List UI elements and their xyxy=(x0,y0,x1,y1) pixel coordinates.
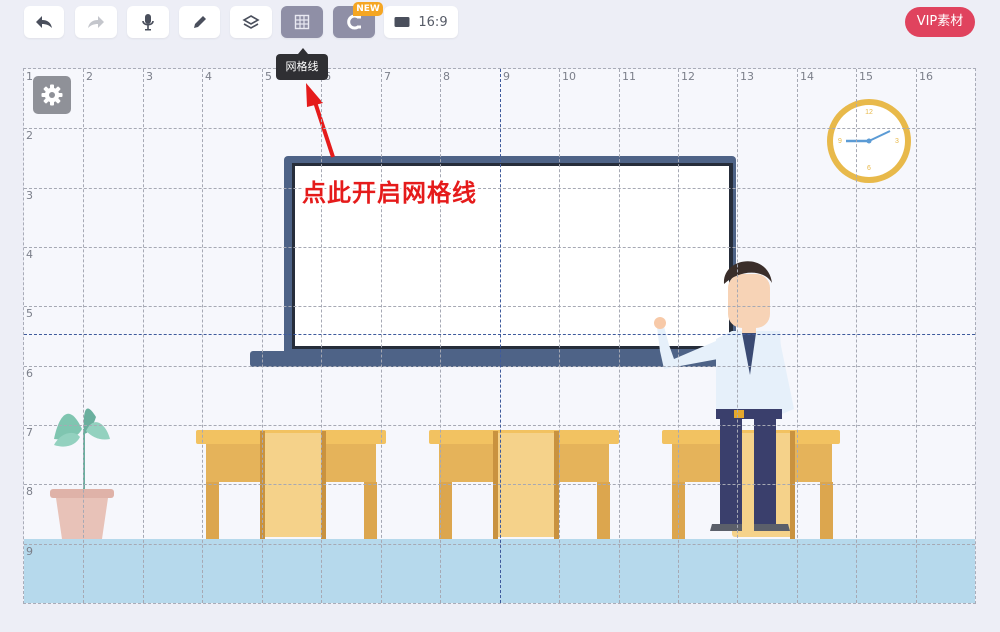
grid-row-number: 5 xyxy=(26,307,33,320)
gear-icon xyxy=(41,84,63,106)
grid-line-vertical xyxy=(440,69,441,603)
grid-column-number: 10 xyxy=(562,70,576,83)
aspect-ratio-label: 16:9 xyxy=(418,14,448,30)
clock-numeral-12: 12 xyxy=(865,109,873,116)
grid-row-number: 9 xyxy=(26,545,33,558)
grid-column-number: 2 xyxy=(86,70,93,83)
microphone-button[interactable] xyxy=(127,6,169,38)
grid-line-vertical xyxy=(856,69,857,603)
clock-numeral-6: 6 xyxy=(867,165,871,172)
grid-line-vertical xyxy=(737,69,738,603)
grid-column-number: 12 xyxy=(681,70,695,83)
grid-column-number: 3 xyxy=(146,70,153,83)
grid-line-vertical xyxy=(619,69,620,603)
grid-column-number: 15 xyxy=(859,70,873,83)
grid-column-number: 16 xyxy=(919,70,933,83)
vip-assets-button[interactable]: VIP素材 xyxy=(905,7,975,37)
settings-button[interactable] xyxy=(33,76,71,114)
aspect-ratio-button[interactable]: 16:9 xyxy=(384,6,458,38)
center-horizontal-guide xyxy=(24,334,975,335)
grid-line-vertical xyxy=(321,69,322,603)
grid-icon xyxy=(294,14,310,30)
grid-line-vertical xyxy=(202,69,203,603)
grid-line-vertical xyxy=(143,69,144,603)
grid-line-vertical xyxy=(262,69,263,603)
clock-numeral-9: 9 xyxy=(838,138,842,145)
pen-button[interactable] xyxy=(179,6,220,38)
new-badge: NEW xyxy=(353,2,383,16)
annotation-arrow xyxy=(306,83,335,158)
grid-row-number: 6 xyxy=(26,367,33,380)
pen-icon xyxy=(193,16,206,28)
grid-line-vertical xyxy=(559,69,560,603)
grid-row-number: 1 xyxy=(26,70,33,83)
stage-canvas[interactable]: 12 3 6 9 2 3 4 5 7 8 9 10 11 12 13 14 15… xyxy=(23,68,976,604)
grid-column-number: 7 xyxy=(384,70,391,83)
grid-line-vertical xyxy=(381,69,382,603)
grid-column-number: 4 xyxy=(205,70,212,83)
wall-clock[interactable]: 12 3 6 9 xyxy=(827,99,911,183)
grid-tooltip: 网格线 xyxy=(276,48,328,80)
layers-button[interactable] xyxy=(230,6,272,38)
grid-column-number: 8 xyxy=(443,70,450,83)
toolbar: NEW 16:9 VIP素材 xyxy=(0,0,1000,46)
grid-column-number: 13 xyxy=(740,70,754,83)
grid-line-vertical xyxy=(678,69,679,603)
screen-icon xyxy=(394,17,410,27)
layers-icon xyxy=(242,15,260,29)
center-vertical-guide xyxy=(500,69,501,603)
undo-button[interactable] xyxy=(24,6,64,38)
grid-line-vertical xyxy=(797,69,798,603)
grid-row-number: 4 xyxy=(26,248,33,261)
annotation-text: 点此开启网格线 xyxy=(302,179,477,207)
potted-plant[interactable] xyxy=(50,408,114,539)
grid-column-number: 14 xyxy=(800,70,814,83)
grid-line-vertical xyxy=(916,69,917,603)
grid-line-vertical xyxy=(83,69,84,603)
grid-row-number: 3 xyxy=(26,189,33,202)
microphone-icon xyxy=(142,14,154,31)
grid-button[interactable] xyxy=(281,6,323,38)
undo-icon xyxy=(36,16,52,28)
grid-column-number: 5 xyxy=(265,70,272,83)
grid-row-number: 8 xyxy=(26,485,33,498)
grid-column-number: 11 xyxy=(622,70,636,83)
grid-row-number: 2 xyxy=(26,129,33,142)
clock-numeral-3: 3 xyxy=(895,138,899,145)
redo-icon xyxy=(88,16,104,28)
grid-column-number: 9 xyxy=(503,70,510,83)
redo-button[interactable] xyxy=(75,6,117,38)
grid-row-number: 7 xyxy=(26,426,33,439)
